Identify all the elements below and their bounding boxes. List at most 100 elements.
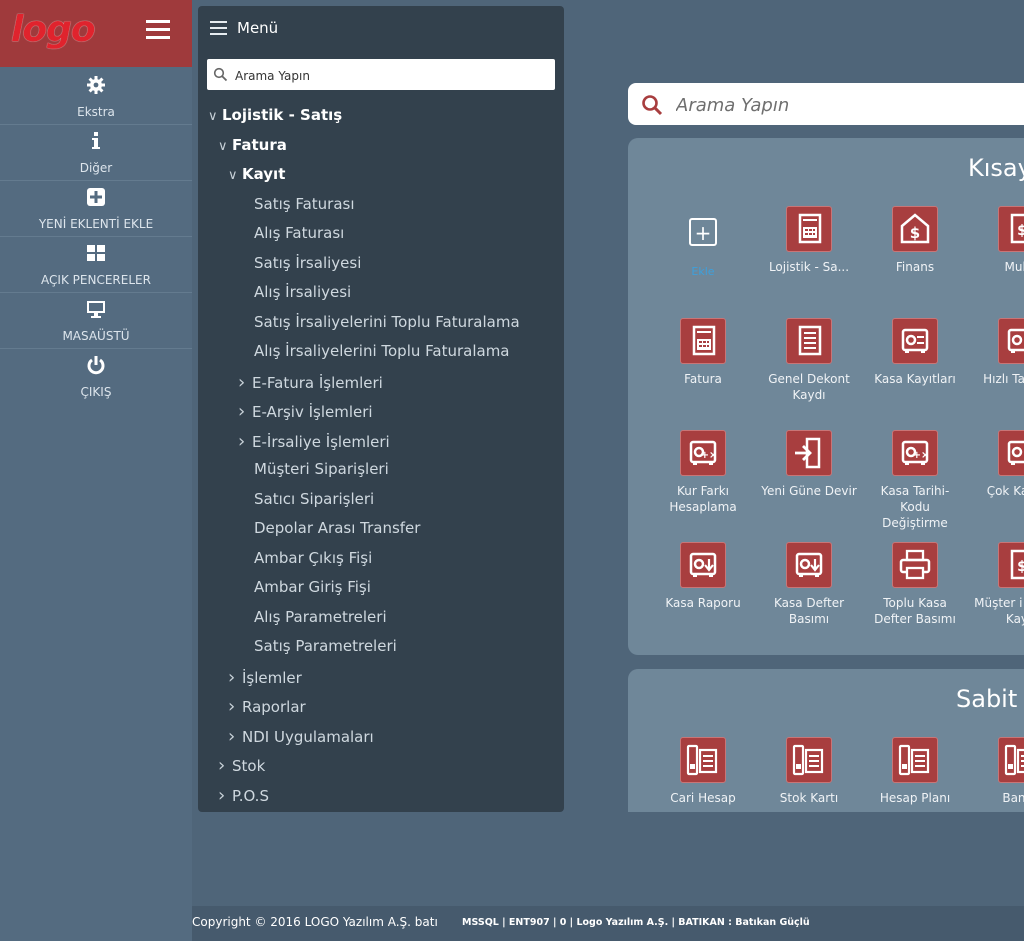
printer-icon — [892, 542, 938, 588]
sidebar-item-desktop[interactable]: MASAÜSTÜ — [0, 293, 192, 349]
shortcut-tile[interactable]: Toplu Kasa Defter Basımı — [867, 542, 963, 627]
menu-tree-item[interactable]: ∨ Kayıt — [228, 165, 285, 183]
monitor-icon — [87, 301, 105, 318]
menu-tree-label: Ambar Çıkış Fişi — [254, 548, 373, 567]
search-icon — [213, 67, 228, 82]
sidebar-item-exit[interactable]: ÇIKIŞ — [0, 349, 192, 404]
menu-title: Menü — [237, 19, 279, 37]
svg-text:+×: +× — [913, 450, 930, 461]
chevron-down-icon: ∨ — [228, 168, 238, 183]
menu-tree-item[interactable]: Satış Parametreleri — [254, 637, 397, 655]
menu-tree-item[interactable]: Satış İrsaliyesi — [254, 254, 361, 272]
menu-tree-label: Kayıt — [242, 165, 286, 183]
sidebar-item-open-windows[interactable]: AÇIK PENCERELER — [0, 237, 192, 293]
menu-tree-item[interactable]: Ambar Çıkış Fişi — [254, 549, 372, 567]
sidebar-item-diger[interactable]: Diğer — [0, 125, 192, 181]
svg-text:$: $ — [1017, 559, 1024, 575]
shortcut-tile[interactable]: Lojistik - Sa... — [761, 206, 857, 275]
menu-hamburger-icon[interactable] — [210, 21, 227, 35]
footer: Copyright © 2016 LOGO Yazılım A.Ş. batı … — [192, 906, 1024, 941]
menu-tree-label: Satış Faturası — [254, 194, 355, 213]
menu-tree-item[interactable]: ∨ Lojistik - Satış — [208, 106, 342, 124]
menu-tree-item[interactable]: › P.O.S — [218, 785, 269, 806]
menu-tree-item[interactable]: Alış İrsaliyesi — [254, 283, 351, 301]
main-search-input[interactable] — [674, 91, 1018, 119]
shortcut-tile[interactable]: $ Finans — [867, 206, 963, 275]
shortcut-tile[interactable]: Genel Dekont Kaydı — [761, 318, 857, 403]
shortcut-tile[interactable]: +× Kasa Tarihi-Kodu Değiştirme — [867, 430, 963, 531]
shortcut-label: Fatura — [684, 372, 722, 386]
safe-icon — [998, 318, 1024, 364]
dollar-house-icon: $ — [892, 206, 938, 252]
shortcut-tile[interactable]: Banka — [973, 737, 1024, 806]
chevron-down-icon: ∨ — [208, 109, 218, 124]
menu-tree-item[interactable]: › E-İrsaliye İşlemleri — [238, 431, 390, 452]
menu-tree-item[interactable]: Satış Faturası — [254, 195, 355, 213]
add-shortcut-button[interactable]: + Ekle — [655, 210, 751, 280]
menu-tree-item[interactable]: › NDI Uygulamaları — [228, 726, 374, 747]
menu-tree-item[interactable]: Alış İrsaliyelerini Toplu Faturalama — [254, 342, 510, 360]
shortcut-label: Yeni Güne Devir — [761, 484, 857, 498]
sidebar-item-label: Diğer — [79, 161, 113, 175]
shortcut-tile[interactable]: Kasa Defter Basımı — [761, 542, 857, 627]
shortcut-label: Kasa Defter Basımı — [773, 596, 845, 626]
shortcut-tile[interactable]: Kasa Raporu — [655, 542, 751, 611]
menu-tree-item[interactable]: Depolar Arası Transfer — [254, 519, 420, 537]
shortcut-tile[interactable]: +× Kur Farkı Hesaplama — [655, 430, 751, 515]
chevron-right-icon: › — [238, 401, 246, 422]
shortcut-tile[interactable]: Hesap Planı — [867, 737, 963, 806]
shortcut-label: Hesap Planı — [879, 791, 951, 805]
menu-tree-item[interactable]: › E-Fatura İşlemleri — [238, 372, 383, 393]
shortcut-tile[interactable]: Hızlı Ta Kayıt — [973, 318, 1024, 387]
menu-tree-label: E-Arşiv İşlemleri — [252, 403, 373, 421]
menu-tree-item[interactable]: Alış Faturası — [254, 224, 344, 242]
plus-square-icon — [87, 188, 105, 206]
shortcut-label: Stok Kartı — [779, 791, 839, 805]
menu-tree-item[interactable]: › E-Arşiv İşlemleri — [238, 401, 373, 422]
shortcut-tile[interactable]: $ Müşter i Havale Kayıt — [973, 542, 1024, 627]
chevron-right-icon: › — [228, 666, 236, 688]
main-search-box — [628, 83, 1024, 125]
menu-tree-item[interactable]: Müşteri Siparişleri — [254, 460, 389, 478]
svg-text:+×: +× — [701, 450, 718, 461]
chevron-right-icon: › — [228, 725, 236, 747]
menu-tree-label: Fatura — [232, 135, 287, 154]
menu-tree-label: E-İrsaliye İşlemleri — [252, 432, 390, 451]
sidebar-item-ekstra[interactable]: Ekstra — [0, 69, 192, 125]
binder-cart-icon — [786, 737, 832, 783]
svg-text:$: $ — [910, 224, 920, 242]
shortcut-tile[interactable]: Yeni Güne Devir — [761, 430, 857, 499]
search-icon — [642, 95, 663, 116]
shortcut-tile[interactable]: Çok Ka Geç — [973, 430, 1024, 499]
menu-tree-item[interactable]: › Stok — [218, 755, 265, 776]
shortcut-label: Lojistik - Sa... — [768, 260, 850, 274]
menu-tree-item[interactable]: Alış Parametreleri — [254, 608, 387, 626]
shortcut-tile[interactable]: Kasa Kayıtları — [867, 318, 963, 387]
menu-tree-item[interactable]: Satış İrsaliyelerini Toplu Faturalama — [254, 313, 520, 331]
shortcut-label: Müşter i Havale Kayıt — [974, 596, 1024, 626]
plus-icon: + — [689, 218, 717, 246]
menu-tree-item[interactable]: Satıcı Siparişleri — [254, 490, 374, 508]
svg-text:$: $ — [1017, 223, 1024, 239]
sidebar-item-add-extension[interactable]: YENİ EKLENTİ EKLE — [0, 181, 192, 237]
menu-panel: Menü ∨Lojistik - Satış∨Fatura∨KayıtSatış… — [198, 6, 564, 812]
shortcut-label: Genel Dekont Kaydı — [768, 372, 850, 402]
menu-tree-item[interactable]: › İşlemler — [228, 667, 302, 688]
menu-tree-item[interactable]: Ambar Giriş Fişi — [254, 578, 371, 596]
shortcut-tile[interactable]: $ Muha — [973, 206, 1024, 275]
shortcuts-title: Kısayo — [968, 154, 1024, 182]
shortcut-tile[interactable]: Stok Kartı — [761, 737, 857, 806]
shortcut-tile[interactable]: Fatura — [655, 318, 751, 387]
hamburger-menu-icon[interactable] — [146, 20, 170, 40]
menu-tree-item[interactable]: › Raporlar — [228, 696, 306, 717]
dollar-doc-icon: $ — [998, 542, 1024, 588]
safe-down-icon — [680, 542, 726, 588]
menu-tree-label: P.O.S — [232, 786, 269, 805]
menu-tree-item[interactable]: ∨ Fatura — [218, 136, 287, 154]
info-icon — [92, 132, 100, 149]
logo-bar: logo — [0, 0, 192, 67]
menu-search-input[interactable] — [233, 63, 547, 88]
safe-icon — [998, 430, 1024, 476]
shortcut-tile[interactable]: Cari Hesap — [655, 737, 751, 806]
shortcut-label: Hızlı Ta Kayıt — [983, 372, 1024, 386]
